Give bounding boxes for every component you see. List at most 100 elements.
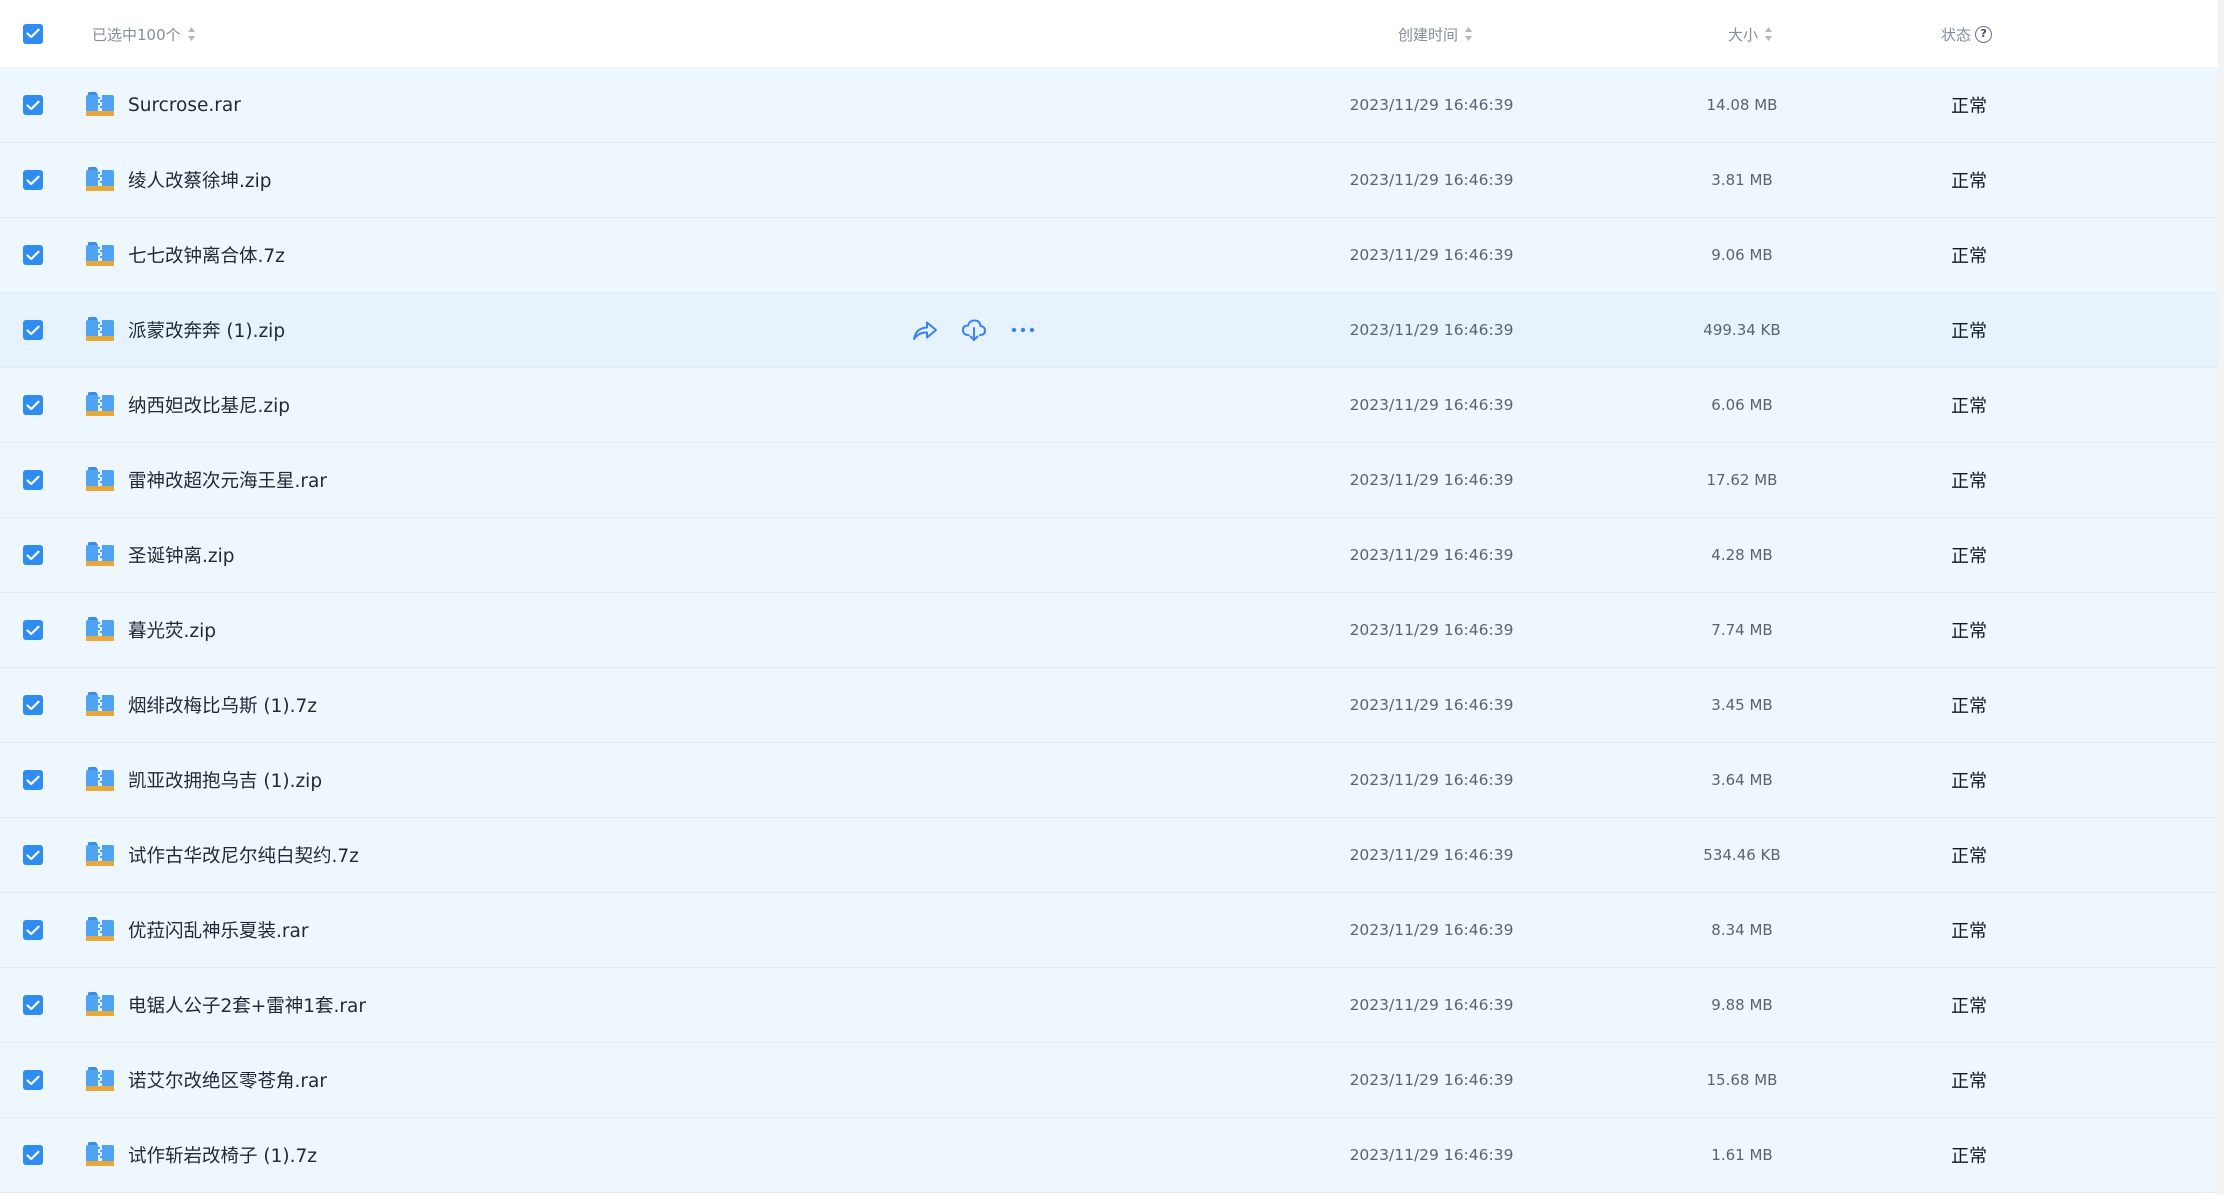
file-row[interactable]: Surcrose.rar 2023/11/29 16:46:39 14.08 M… <box>0 68 2218 143</box>
row-checkbox[interactable] <box>23 1070 43 1090</box>
share-icon <box>913 321 937 340</box>
file-row[interactable]: 雷神改超次元海王星.rar 2023/11/29 16:46:39 17.62 … <box>0 443 2218 518</box>
sort-icon[interactable] <box>1764 26 1773 42</box>
zip-archive-icon <box>86 392 114 416</box>
file-size: 4.28 MB <box>1711 546 1773 564</box>
status-text: 正常 <box>1951 846 1987 867</box>
sort-icon[interactable] <box>1464 26 1473 42</box>
file-row[interactable]: 试作斩岩改椅子 (1).7z 2023/11/29 16:46:39 1.61 … <box>0 1118 2218 1193</box>
created-time: 2023/11/29 16:46:39 <box>1349 246 1514 264</box>
file-name[interactable]: 纳西妲改比基尼.zip <box>128 368 290 442</box>
checkmark-icon <box>26 1150 40 1160</box>
created-time: 2023/11/29 16:46:39 <box>1349 921 1514 939</box>
checkmark-icon <box>26 625 40 635</box>
row-checkbox[interactable] <box>23 995 43 1015</box>
row-checkbox[interactable] <box>23 320 43 340</box>
file-name[interactable]: 试作古华改尼尔纯白契约.7z <box>128 818 359 892</box>
size-column-header[interactable]: 大小 <box>1728 0 1773 68</box>
file-row[interactable]: 暮光荧.zip 2023/11/29 16:46:39 7.74 MB 正常 <box>0 593 2218 668</box>
status-text: 正常 <box>1951 621 1987 642</box>
row-actions <box>910 293 1057 367</box>
zip-archive-icon <box>86 992 114 1016</box>
created-time: 2023/11/29 16:46:39 <box>1349 546 1514 564</box>
status-text: 正常 <box>1951 396 1987 417</box>
help-icon[interactable]: ? <box>1975 25 1993 43</box>
checkmark-icon <box>26 1000 40 1010</box>
row-checkbox[interactable] <box>23 245 43 265</box>
file-name[interactable]: 烟绯改梅比乌斯 (1).7z <box>128 668 317 742</box>
file-name[interactable]: 电锯人公子2套+雷神1套.rar <box>128 968 366 1042</box>
checkmark-icon <box>26 250 40 260</box>
file-row[interactable]: 七七改钟离合体.7z 2023/11/29 16:46:39 9.06 MB 正… <box>0 218 2218 293</box>
row-checkbox[interactable] <box>23 695 43 715</box>
file-name[interactable]: 绫人改蔡徐坤.zip <box>128 143 271 217</box>
file-row[interactable]: 诺艾尔改绝区零苍角.rar 2023/11/29 16:46:39 15.68 … <box>0 1043 2218 1118</box>
file-row[interactable]: 试作古华改尼尔纯白契约.7z 2023/11/29 16:46:39 534.4… <box>0 818 2218 893</box>
select-all-checkbox[interactable] <box>23 23 43 44</box>
row-checkbox[interactable] <box>23 845 43 865</box>
file-table: 已选中100个 创建时间 大小 状态 ? Surcrose.rar 2023/1… <box>0 0 2218 1195</box>
checkmark-icon <box>26 925 40 935</box>
zip-archive-icon <box>86 467 114 491</box>
checkmark-icon <box>26 325 40 335</box>
file-name[interactable]: 优菈闪乱神乐夏装.rar <box>128 893 308 967</box>
status-text: 正常 <box>1951 1071 1987 1092</box>
row-checkbox[interactable] <box>23 770 43 790</box>
scrollbar[interactable] <box>2218 0 2224 1195</box>
download-button[interactable] <box>959 315 989 345</box>
file-row[interactable]: 绫人改蔡徐坤.zip 2023/11/29 16:46:39 3.81 MB 正… <box>0 143 2218 218</box>
row-checkbox[interactable] <box>23 395 43 415</box>
file-size: 9.88 MB <box>1711 996 1773 1014</box>
file-row[interactable]: 纳西妲改比基尼.zip 2023/11/29 16:46:39 6.06 MB … <box>0 368 2218 443</box>
created-time: 2023/11/29 16:46:39 <box>1349 471 1514 489</box>
more-button[interactable] <box>1008 315 1038 345</box>
zip-archive-icon <box>86 1142 114 1166</box>
checkmark-icon <box>26 1075 40 1085</box>
checkmark-icon <box>26 550 40 560</box>
file-name[interactable]: 试作斩岩改椅子 (1).7z <box>128 1118 317 1192</box>
sort-icon[interactable] <box>187 26 196 42</box>
status-column-label: 状态 <box>1941 25 1972 44</box>
file-name[interactable]: 诺艾尔改绝区零苍角.rar <box>128 1043 327 1117</box>
file-row[interactable]: 烟绯改梅比乌斯 (1).7z 2023/11/29 16:46:39 3.45 … <box>0 668 2218 743</box>
row-checkbox[interactable] <box>23 170 43 190</box>
zip-archive-icon <box>86 617 114 641</box>
row-checkbox[interactable] <box>23 920 43 940</box>
file-name[interactable]: Surcrose.rar <box>128 68 241 142</box>
file-size: 3.81 MB <box>1711 171 1773 189</box>
row-checkbox[interactable] <box>23 545 43 565</box>
file-name[interactable]: 凯亚改拥抱乌吉 (1).zip <box>128 743 322 817</box>
file-name[interactable]: 七七改钟离合体.7z <box>128 218 285 292</box>
file-size: 3.45 MB <box>1711 696 1773 714</box>
file-size: 1.61 MB <box>1711 1146 1773 1164</box>
file-row[interactable]: 圣诞钟离.zip 2023/11/29 16:46:39 4.28 MB 正常 <box>0 518 2218 593</box>
status-text: 正常 <box>1951 246 1987 267</box>
file-row[interactable]: 派蒙改奔奔 (1).zip 2023/11/29 16:46:39 499.34… <box>0 293 2218 368</box>
row-checkbox[interactable] <box>23 95 43 115</box>
row-checkbox[interactable] <box>23 620 43 640</box>
status-text: 正常 <box>1951 921 1987 942</box>
file-size: 14.08 MB <box>1706 96 1778 114</box>
file-name[interactable]: 圣诞钟离.zip <box>128 518 234 592</box>
name-column-header[interactable]: 已选中100个 <box>92 0 196 68</box>
date-column-header[interactable]: 创建时间 <box>1398 0 1473 68</box>
status-text: 正常 <box>1951 696 1987 717</box>
file-name[interactable]: 派蒙改奔奔 (1).zip <box>128 293 285 367</box>
checkmark-icon <box>26 850 40 860</box>
file-name[interactable]: 雷神改超次元海王星.rar <box>128 443 327 517</box>
file-row[interactable]: 电锯人公子2套+雷神1套.rar 2023/11/29 16:46:39 9.8… <box>0 968 2218 1043</box>
row-checkbox[interactable] <box>23 1145 43 1165</box>
file-size: 6.06 MB <box>1711 396 1773 414</box>
file-name[interactable]: 暮光荧.zip <box>128 593 216 667</box>
checkmark-icon <box>26 28 40 39</box>
created-time: 2023/11/29 16:46:39 <box>1349 396 1514 414</box>
selected-count-label: 已选中100个 <box>92 25 181 44</box>
zip-archive-icon <box>86 767 114 791</box>
cloud-download-icon <box>961 319 987 341</box>
file-row[interactable]: 凯亚改拥抱乌吉 (1).zip 2023/11/29 16:46:39 3.64… <box>0 743 2218 818</box>
file-row[interactable]: 优菈闪乱神乐夏装.rar 2023/11/29 16:46:39 8.34 MB… <box>0 893 2218 968</box>
status-text: 正常 <box>1951 771 1987 792</box>
row-checkbox[interactable] <box>23 470 43 490</box>
share-button[interactable] <box>910 315 940 345</box>
zip-archive-icon <box>86 242 114 266</box>
